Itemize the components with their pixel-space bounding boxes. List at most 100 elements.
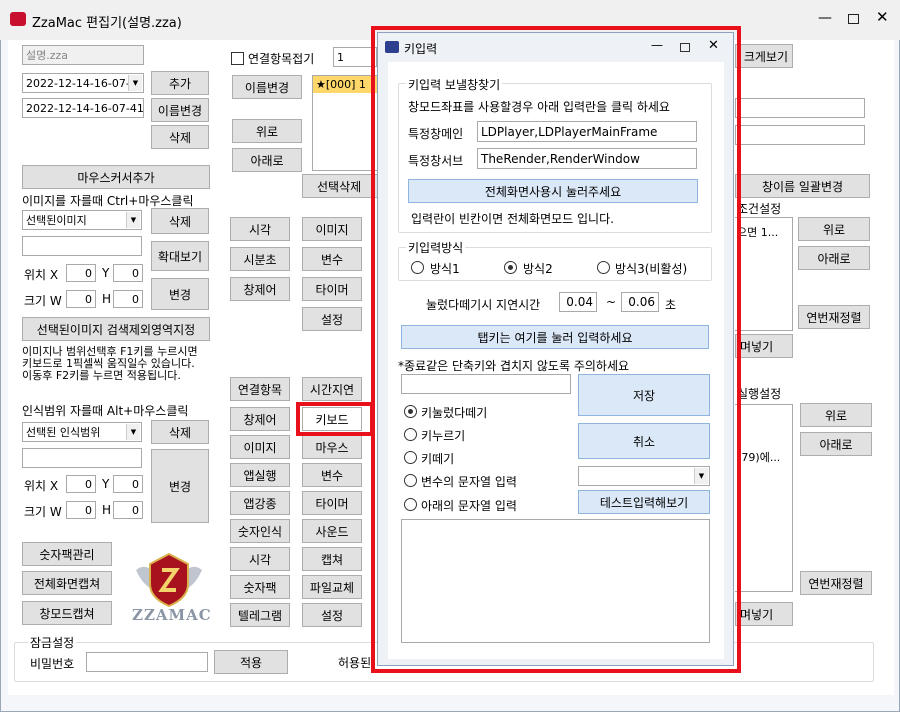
- exec-up-button[interactable]: 위로: [800, 403, 872, 427]
- variable-select[interactable]: ▼: [578, 466, 710, 486]
- numpad-manage-button[interactable]: 숫자팩관리: [22, 542, 112, 566]
- selected-delete-button[interactable]: 선택삭제: [302, 174, 378, 198]
- press-release-radio[interactable]: [404, 405, 417, 418]
- move-down-button[interactable]: 아래로: [232, 148, 302, 172]
- list-item[interactable]: 으면 1...: [737, 224, 778, 240]
- cmd-image-button[interactable]: 이미지: [302, 217, 362, 241]
- window-rename-all-button[interactable]: 창이름 일괄변경: [735, 174, 870, 198]
- delay-max-field[interactable]: 0.06: [621, 292, 659, 312]
- delete-range-button[interactable]: 삭제: [151, 420, 209, 444]
- cmd2-file-replace-button[interactable]: 파일교체: [302, 575, 362, 599]
- range-text-field[interactable]: [22, 448, 142, 468]
- size-h-field-2[interactable]: 0: [113, 501, 143, 519]
- rename-button[interactable]: 이름변경: [151, 98, 209, 122]
- cmd2-telegram-button[interactable]: 텔레그램: [230, 603, 290, 627]
- exec-list[interactable]: !79)에...: [735, 404, 793, 592]
- cond-down-button[interactable]: 아래로: [798, 246, 870, 270]
- file-name-field[interactable]: 설명.zza: [22, 45, 144, 65]
- view-large-button[interactable]: 크게보기: [735, 44, 793, 68]
- time-delay-button[interactable]: 시간지연: [302, 377, 362, 401]
- dialog-minimize-icon[interactable]: —: [651, 38, 663, 52]
- connect-fold-checkbox[interactable]: [231, 52, 244, 65]
- list-item[interactable]: ★[000] 1: [313, 76, 377, 93]
- exec-down-button[interactable]: 아래로: [800, 432, 872, 456]
- cmd2-timer-button[interactable]: 타이머: [302, 491, 362, 515]
- delete-image-button[interactable]: 삭제: [151, 208, 209, 234]
- cmd-window-button[interactable]: 창제어: [230, 277, 290, 301]
- size-w-field[interactable]: 0: [66, 290, 96, 308]
- tab-key-button[interactable]: 탭키는 여기를 눌러 입력하세요: [401, 325, 709, 349]
- connect-item-button[interactable]: 연결항목: [230, 377, 290, 401]
- list-item[interactable]: !79)에...: [737, 449, 780, 465]
- cond-insert-button[interactable]: 며넣기: [735, 334, 793, 358]
- size-h-field[interactable]: 0: [113, 290, 143, 308]
- fullscreen-button[interactable]: 전체화면사용시 눌러주세요: [408, 179, 698, 203]
- pos-y-field-2[interactable]: 0: [113, 475, 143, 493]
- zoom-button[interactable]: 확대보기: [151, 241, 209, 271]
- cmd-settings-button[interactable]: 설정: [302, 307, 362, 331]
- cmd2-window-button[interactable]: 창제어: [230, 407, 290, 431]
- image-text-field[interactable]: [22, 236, 142, 256]
- pos-x-field-2[interactable]: 0: [66, 475, 96, 493]
- move-up-button[interactable]: 위로: [232, 119, 302, 143]
- exec-renumber-button[interactable]: 연번재정렬: [800, 571, 872, 595]
- condition-list[interactable]: 으면 1...: [735, 217, 793, 331]
- save-button[interactable]: 저장: [578, 374, 710, 416]
- window-capture-button[interactable]: 창모드캡쳐: [22, 601, 112, 625]
- cmd-timer-button[interactable]: 타이머: [302, 277, 362, 301]
- right-field-2[interactable]: [735, 125, 865, 145]
- right-field-1[interactable]: [735, 98, 865, 118]
- cmd-variable-button[interactable]: 변수: [302, 247, 362, 271]
- cmd2-app-kill-button[interactable]: 앱강종: [230, 491, 290, 515]
- sub-window-field[interactable]: TheRender,RenderWindow: [477, 148, 697, 169]
- release-radio[interactable]: [404, 451, 417, 464]
- change-range-button[interactable]: 변경: [151, 449, 209, 523]
- below-string-radio[interactable]: [404, 498, 417, 511]
- cond-renumber-button[interactable]: 연번재정렬: [798, 305, 870, 329]
- exec-insert-button[interactable]: 며넣기: [735, 602, 793, 626]
- cmd2-variable-button[interactable]: 변수: [302, 463, 362, 487]
- cmd2-number-recog-button[interactable]: 숫자인식: [230, 519, 290, 543]
- range-select[interactable]: 선택된 인식범위 ▼: [22, 422, 142, 442]
- cmd2-mouse-button[interactable]: 마우스: [302, 435, 362, 459]
- pos-y-field[interactable]: 0: [113, 264, 143, 282]
- date-field[interactable]: 2022-12-14-16-07-41: [22, 98, 144, 118]
- method3-radio[interactable]: [597, 261, 610, 274]
- size-w-field-2[interactable]: 0: [66, 501, 96, 519]
- password-field[interactable]: [86, 652, 208, 672]
- key-capture-field[interactable]: [401, 374, 571, 394]
- test-input-button[interactable]: 테스트입력해보기: [578, 490, 710, 514]
- cmd2-image-button[interactable]: 이미지: [230, 435, 290, 459]
- method2-radio[interactable]: [504, 261, 517, 274]
- cmd2-time-button[interactable]: 시각: [230, 547, 290, 571]
- delete-button[interactable]: 삭제: [151, 125, 209, 149]
- variable-string-radio[interactable]: [404, 474, 417, 487]
- dialog-close-icon[interactable]: ✕: [708, 38, 719, 53]
- cmd-hms-button[interactable]: 시분초: [230, 247, 290, 271]
- mouse-cursor-add-button[interactable]: 마우스커서추가: [22, 165, 210, 189]
- method1-radio[interactable]: [411, 261, 424, 274]
- date-select[interactable]: 2022-12-14-16-07- ▼: [22, 73, 144, 93]
- close-icon[interactable]: ✕: [876, 8, 889, 26]
- pos-x-field[interactable]: 0: [66, 264, 96, 282]
- minimize-icon[interactable]: —: [818, 10, 832, 26]
- cmd2-sound-button[interactable]: 사운드: [302, 519, 362, 543]
- rename-item-button[interactable]: 이름변경: [232, 75, 302, 99]
- exclude-area-button[interactable]: 선택된이미지 검색제외영역지정: [22, 317, 210, 341]
- cmd-time-button[interactable]: 시각: [230, 217, 290, 241]
- cmd2-capture-button[interactable]: 캡쳐: [302, 547, 362, 571]
- add-button[interactable]: 추가: [151, 71, 209, 95]
- cmd2-numpack-button[interactable]: 숫자팩: [230, 575, 290, 599]
- cmd2-settings-button[interactable]: 설정: [302, 603, 362, 627]
- maximize-icon[interactable]: [848, 14, 859, 24]
- press-radio[interactable]: [404, 428, 417, 441]
- cancel-button[interactable]: 취소: [578, 423, 710, 459]
- string-input-area[interactable]: [401, 519, 710, 643]
- cmd2-app-run-button[interactable]: 앱실행: [230, 463, 290, 487]
- dialog-maximize-icon[interactable]: [680, 43, 690, 52]
- apply-button[interactable]: 적용: [214, 650, 288, 674]
- delay-min-field[interactable]: 0.04: [559, 292, 597, 312]
- change-button[interactable]: 변경: [151, 278, 209, 310]
- selected-image-select[interactable]: 선택된이미지 ▼: [22, 210, 142, 230]
- item-list[interactable]: ★[000] 1: [312, 75, 378, 171]
